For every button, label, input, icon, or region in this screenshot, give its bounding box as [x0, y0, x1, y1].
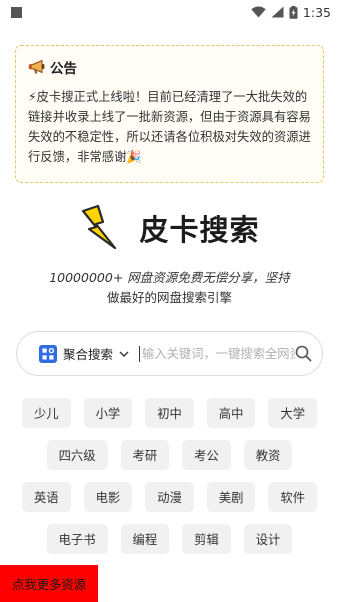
tag-row: 电子书 编程 剪辑 设计 — [0, 524, 339, 554]
tag-button[interactable]: 英语 — [21, 482, 71, 512]
search-bar: 聚合搜索 — [16, 331, 323, 376]
tag-button[interactable]: 四六级 — [46, 440, 108, 470]
slogan: 10000000+ 网盘资源免费无偿分享，坚持 做最好的网盘搜索引擎 — [20, 268, 319, 308]
tag-row: 四六级 考研 考公 教资 — [0, 440, 339, 470]
tag-button[interactable]: 教资 — [243, 440, 293, 470]
announcement-title: 公告 — [50, 61, 77, 77]
tag-button[interactable]: 美剧 — [206, 482, 256, 512]
tag-button[interactable]: 少儿 — [21, 398, 71, 428]
text-cursor — [139, 345, 141, 362]
tag-button[interactable]: 小学 — [83, 398, 133, 428]
megaphone-icon — [28, 59, 45, 74]
tag-button[interactable]: 动漫 — [145, 482, 194, 512]
search-engine-label: 聚合搜索 — [63, 347, 114, 362]
slogan-line-1: 10000000+ 网盘资源免费无偿分享，坚持 — [49, 270, 290, 285]
lightning-bolt-icon — [82, 204, 117, 250]
chevron-down-icon — [119, 351, 129, 357]
aggregate-search-icon — [39, 344, 57, 363]
announcement-box: 公告 ⚡皮卡搜正式上线啦！目前已经清理了一大批失效的链接并收录上线了一批新资源，… — [15, 45, 324, 183]
tag-button[interactable]: 考研 — [120, 440, 170, 470]
tag-button[interactable]: 电子书 — [46, 524, 108, 554]
announcement-header: 公告 — [28, 57, 313, 77]
tag-button[interactable]: 设计 — [243, 524, 293, 554]
battery-charging-icon — [289, 5, 298, 19]
tag-button[interactable]: 初中 — [145, 398, 194, 428]
tag-button[interactable]: 软件 — [268, 482, 318, 512]
slogan-line-2: 做最好的网盘搜索引擎 — [106, 290, 232, 305]
brand-header: 皮卡搜索 — [0, 200, 339, 256]
status-time: 1:35 — [302, 4, 331, 20]
tag-row: 英语 电影 动漫 美剧 软件 — [0, 482, 339, 512]
category-tags: 少儿 小学 初中 高中 大学 四六级 考研 考公 教资 英语 电影 动漫 美剧 … — [0, 398, 339, 566]
screen: 1:35 公告 ⚡皮卡搜正式上线啦！目前已经清理了一大批失效的链接并收录上线了一… — [0, 0, 339, 602]
wifi-icon — [251, 6, 266, 18]
search-icon[interactable] — [295, 345, 312, 362]
tag-button[interactable]: 电影 — [83, 482, 133, 512]
announcement-text: ⚡皮卡搜正式上线啦！目前已经清理了一大批失效的链接并收录上线了一批新资源，但由于… — [28, 90, 311, 164]
tag-row: 少儿 小学 初中 高中 大学 — [0, 398, 339, 428]
tag-button[interactable]: 考公 — [182, 440, 231, 470]
search-engine-selector[interactable]: 聚合搜索 — [39, 344, 129, 363]
tag-button[interactable]: 大学 — [268, 398, 318, 428]
tag-button[interactable]: 编程 — [120, 524, 170, 554]
tag-button[interactable]: 高中 — [206, 398, 256, 428]
status-icons: 1:35 — [251, 5, 331, 20]
status-bar: 1:35 — [0, 0, 339, 24]
search-input[interactable] — [142, 346, 295, 361]
tag-button[interactable]: 剪辑 — [182, 524, 231, 554]
brand-name: 皮卡搜索 — [139, 213, 260, 247]
signal-icon — [271, 6, 284, 18]
notification-square-icon — [11, 6, 22, 18]
more-resources-button[interactable]: 点我更多资源 — [0, 565, 98, 602]
